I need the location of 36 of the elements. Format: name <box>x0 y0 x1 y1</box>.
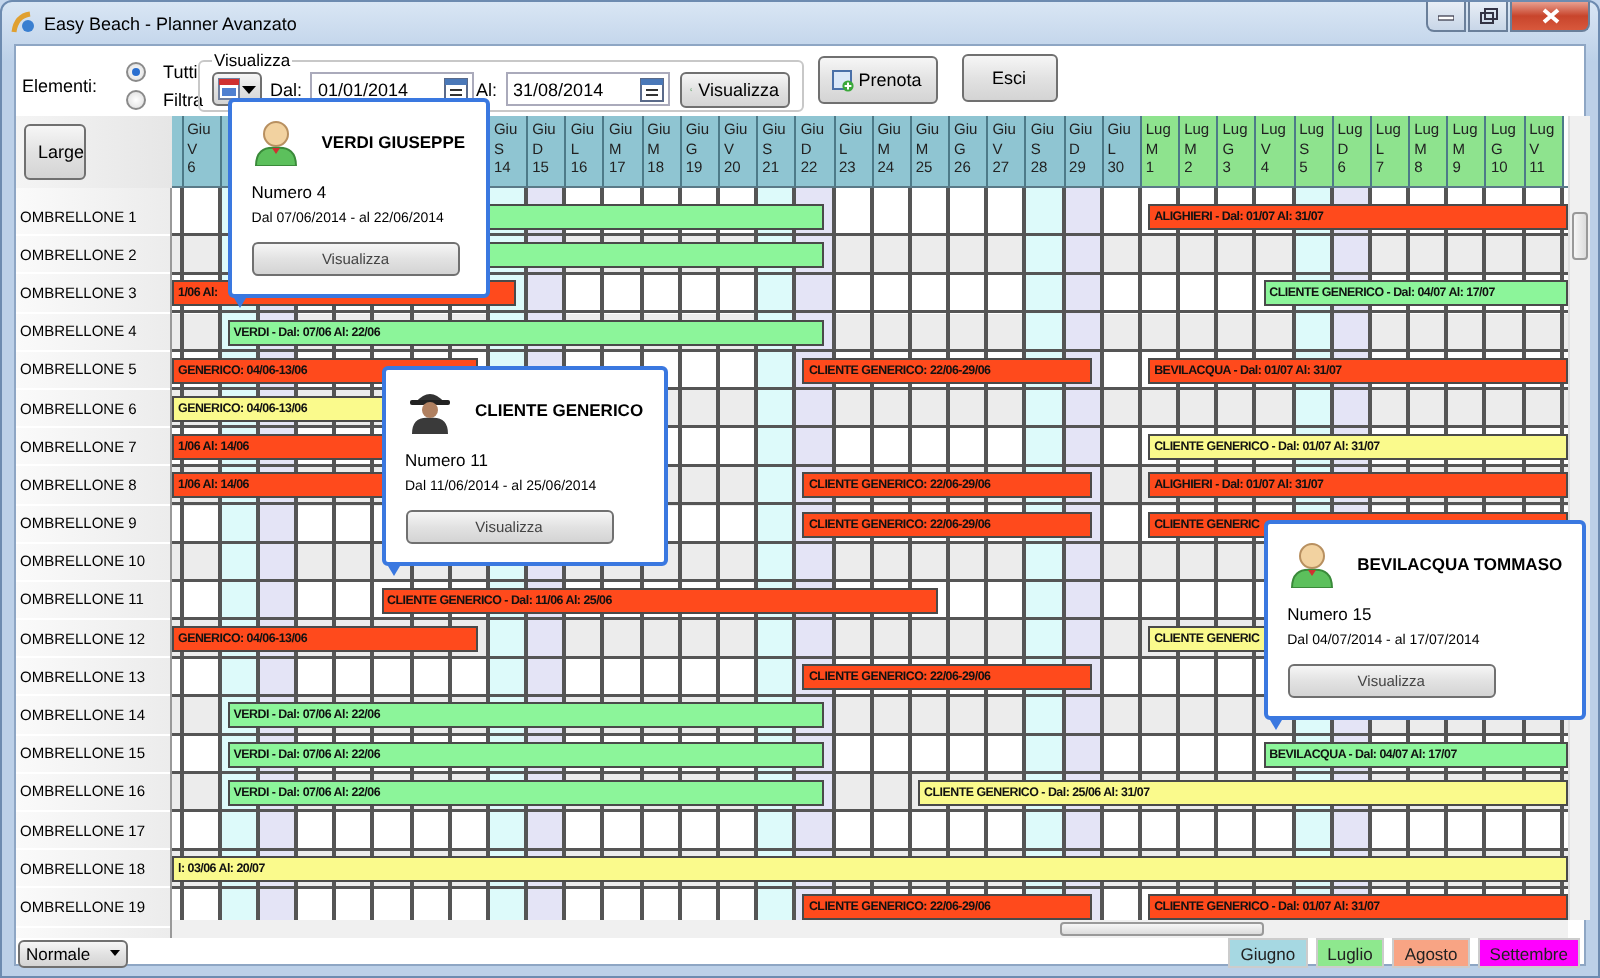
month-legend-button[interactable]: Agosto <box>1392 938 1470 968</box>
to-label: Al: <box>476 79 498 99</box>
large-button[interactable]: Large <box>24 124 86 180</box>
restore-icon <box>1479 8 1497 24</box>
customer-name: CLIENTE GENERICO <box>475 400 644 420</box>
booking-number: Numero 15 <box>1287 603 1374 624</box>
to-date-field[interactable]: 31/08/2014 <box>505 72 670 106</box>
booking-number: Numero 4 <box>251 181 329 202</box>
horizontal-scrollbar[interactable] <box>172 920 1568 938</box>
elements-label: Elementi: <box>22 76 98 96</box>
app-icon <box>10 10 36 36</box>
from-label: Dal: <box>270 79 303 99</box>
caret-icon <box>242 85 256 93</box>
maximize-button[interactable] <box>1468 2 1508 32</box>
person-icon <box>1287 539 1336 588</box>
close-button[interactable] <box>1510 2 1590 32</box>
day-header <box>172 116 184 186</box>
close-icon <box>1541 8 1559 24</box>
calendar-add-icon <box>832 69 855 91</box>
filter-radio[interactable]: Filtra <box>125 90 204 110</box>
month-legend-button[interactable]: Luglio <box>1315 938 1385 968</box>
month-legend-button[interactable]: Settembre <box>1477 938 1580 968</box>
caret-icon <box>110 950 120 956</box>
book-button[interactable]: Prenota <box>817 56 938 104</box>
month-legend-button[interactable]: Giugno <box>1228 938 1308 968</box>
customer-name: BEVILACQUA TOMMASO <box>1357 553 1563 574</box>
person-icon <box>251 117 300 166</box>
group-title: Visualizza <box>212 50 293 70</box>
view-button[interactable]: Visualizza <box>679 71 790 107</box>
filter-radio[interactable]: Tutti <box>125 62 204 82</box>
minimize-button[interactable] <box>1426 2 1466 32</box>
view-select[interactable]: Normale <box>18 939 128 967</box>
exit-button[interactable]: Esci <box>961 54 1058 102</box>
window-title: Easy Beach - Planner Avanzato <box>44 13 297 33</box>
customer-name: VERDI GIUSEPPE <box>321 131 466 152</box>
minimize-icon <box>1438 10 1454 22</box>
